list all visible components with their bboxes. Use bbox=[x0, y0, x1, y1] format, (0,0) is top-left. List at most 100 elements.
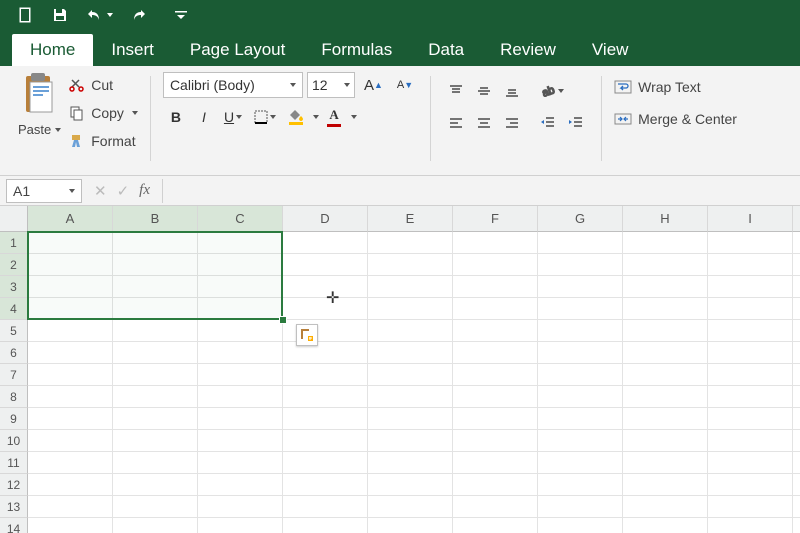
cell[interactable] bbox=[283, 474, 368, 496]
cell[interactable] bbox=[113, 430, 198, 452]
align-left-button[interactable] bbox=[443, 110, 469, 136]
cell[interactable] bbox=[368, 342, 453, 364]
cell[interactable] bbox=[708, 452, 793, 474]
cell[interactable] bbox=[368, 408, 453, 430]
row-header[interactable]: 11 bbox=[0, 452, 28, 474]
cell[interactable] bbox=[793, 276, 800, 298]
cell[interactable] bbox=[28, 518, 113, 533]
cell[interactable] bbox=[708, 298, 793, 320]
decrease-font-button[interactable]: A▼ bbox=[392, 72, 418, 98]
row-header[interactable]: 14 bbox=[0, 518, 28, 533]
cell[interactable] bbox=[793, 430, 800, 452]
cell[interactable] bbox=[368, 276, 453, 298]
row-header[interactable]: 3 bbox=[0, 276, 28, 298]
font-name-combobox[interactable]: Calibri (Body) bbox=[163, 72, 303, 98]
cell[interactable] bbox=[113, 254, 198, 276]
chevron-down-icon[interactable] bbox=[351, 115, 357, 119]
copy-button[interactable]: Copy bbox=[69, 100, 138, 126]
cell[interactable] bbox=[198, 320, 283, 342]
decrease-indent-button[interactable] bbox=[535, 110, 561, 136]
cell[interactable] bbox=[368, 298, 453, 320]
cell[interactable] bbox=[368, 518, 453, 533]
cell[interactable] bbox=[538, 474, 623, 496]
cell[interactable] bbox=[283, 430, 368, 452]
row-header[interactable]: 7 bbox=[0, 364, 28, 386]
cell[interactable] bbox=[708, 342, 793, 364]
column-header[interactable]: J bbox=[793, 206, 800, 232]
cell[interactable] bbox=[708, 408, 793, 430]
column-header[interactable]: F bbox=[453, 206, 538, 232]
cell[interactable] bbox=[28, 232, 113, 254]
merge-center-button[interactable]: Merge & Center bbox=[614, 106, 737, 132]
cell[interactable] bbox=[453, 430, 538, 452]
cell[interactable] bbox=[623, 386, 708, 408]
cell[interactable] bbox=[623, 430, 708, 452]
cell[interactable] bbox=[623, 254, 708, 276]
cell[interactable] bbox=[28, 342, 113, 364]
column-header[interactable]: C bbox=[198, 206, 283, 232]
name-box[interactable]: A1 bbox=[6, 179, 82, 203]
new-file-icon[interactable] bbox=[18, 7, 34, 23]
row-header[interactable]: 10 bbox=[0, 430, 28, 452]
increase-font-button[interactable]: A▲ bbox=[359, 72, 388, 98]
cell[interactable] bbox=[283, 452, 368, 474]
cell[interactable] bbox=[198, 430, 283, 452]
align-right-button[interactable] bbox=[499, 110, 525, 136]
cell[interactable] bbox=[793, 298, 800, 320]
cell[interactable] bbox=[453, 232, 538, 254]
cell[interactable] bbox=[368, 386, 453, 408]
cell[interactable] bbox=[113, 386, 198, 408]
cell[interactable] bbox=[28, 408, 113, 430]
cell[interactable] bbox=[283, 232, 368, 254]
borders-button[interactable] bbox=[249, 104, 281, 130]
cell[interactable] bbox=[538, 452, 623, 474]
cell[interactable] bbox=[453, 320, 538, 342]
cell[interactable] bbox=[708, 430, 793, 452]
cell[interactable] bbox=[198, 518, 283, 533]
save-icon[interactable] bbox=[52, 7, 68, 23]
cell[interactable] bbox=[538, 364, 623, 386]
column-header[interactable]: G bbox=[538, 206, 623, 232]
cell[interactable] bbox=[368, 364, 453, 386]
cell[interactable] bbox=[453, 408, 538, 430]
cell[interactable] bbox=[28, 276, 113, 298]
row-header[interactable]: 12 bbox=[0, 474, 28, 496]
column-header[interactable]: E bbox=[368, 206, 453, 232]
italic-button[interactable]: I bbox=[191, 104, 217, 130]
cell[interactable] bbox=[368, 232, 453, 254]
column-header[interactable]: B bbox=[113, 206, 198, 232]
cell[interactable] bbox=[708, 364, 793, 386]
cell[interactable] bbox=[283, 276, 368, 298]
column-header[interactable]: D bbox=[283, 206, 368, 232]
cell[interactable] bbox=[793, 342, 800, 364]
cell[interactable] bbox=[708, 276, 793, 298]
cell[interactable] bbox=[113, 408, 198, 430]
cell[interactable] bbox=[623, 298, 708, 320]
font-size-combobox[interactable]: 12 bbox=[307, 72, 355, 98]
cell[interactable] bbox=[283, 386, 368, 408]
accept-formula-icon[interactable]: ✓ bbox=[117, 182, 130, 200]
undo-icon[interactable] bbox=[86, 7, 113, 23]
redo-icon[interactable] bbox=[131, 7, 147, 23]
cell[interactable] bbox=[538, 276, 623, 298]
underline-button[interactable]: U bbox=[219, 104, 247, 130]
cell[interactable] bbox=[453, 342, 538, 364]
cell[interactable] bbox=[283, 298, 368, 320]
tab-data[interactable]: Data bbox=[410, 34, 482, 66]
row-header[interactable]: 5 bbox=[0, 320, 28, 342]
cell[interactable] bbox=[623, 342, 708, 364]
row-header[interactable]: 9 bbox=[0, 408, 28, 430]
cell[interactable] bbox=[198, 276, 283, 298]
cell[interactable] bbox=[453, 452, 538, 474]
cell[interactable] bbox=[113, 474, 198, 496]
cell[interactable] bbox=[198, 364, 283, 386]
cell[interactable] bbox=[453, 364, 538, 386]
cell[interactable] bbox=[28, 474, 113, 496]
cell[interactable] bbox=[793, 408, 800, 430]
cell[interactable] bbox=[453, 496, 538, 518]
cell[interactable] bbox=[453, 518, 538, 533]
fx-label[interactable]: fx bbox=[139, 182, 150, 199]
column-header[interactable]: I bbox=[708, 206, 793, 232]
select-all-corner[interactable] bbox=[0, 206, 28, 232]
cell[interactable] bbox=[623, 474, 708, 496]
